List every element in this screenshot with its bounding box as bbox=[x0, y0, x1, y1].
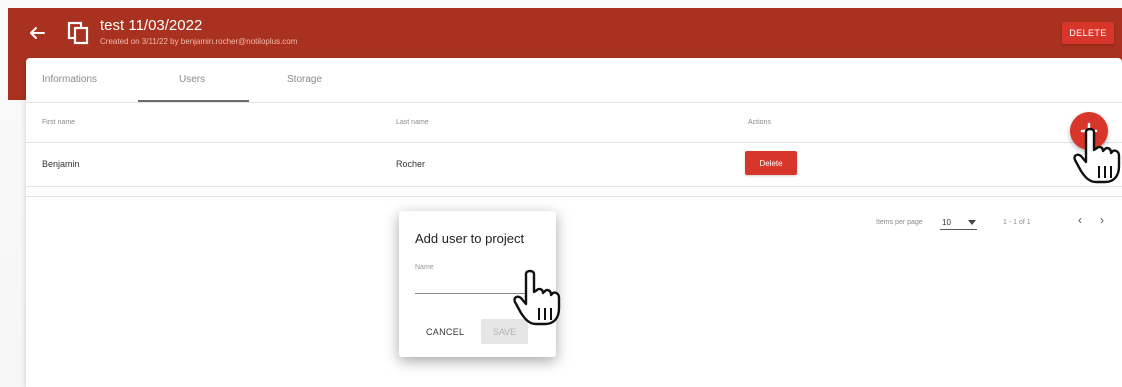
cell-last-name: Rocher bbox=[396, 159, 426, 169]
arrow-left-icon[interactable] bbox=[26, 23, 48, 43]
name-field-label: Name bbox=[415, 264, 434, 271]
next-page-icon[interactable]: › bbox=[1100, 213, 1104, 227]
items-per-page-select[interactable]: 10 bbox=[940, 215, 977, 230]
row-divider bbox=[26, 186, 1122, 187]
hand-cursor-icon bbox=[1073, 127, 1121, 184]
items-per-page-value: 10 bbox=[942, 218, 951, 227]
column-header-actions: Actions bbox=[748, 119, 771, 126]
dialog-title: Add user to project bbox=[415, 231, 525, 246]
previous-page-icon[interactable]: ‹ bbox=[1078, 213, 1082, 227]
delete-project-button[interactable]: DELETE bbox=[1062, 22, 1114, 44]
page-title: test 11/03/2022 bbox=[100, 17, 203, 34]
table-footer-divider bbox=[26, 196, 1122, 197]
hand-cursor-icon bbox=[513, 269, 561, 326]
column-header-last-name: Last name bbox=[396, 119, 429, 126]
pagination-range: 1 - 1 of 1 bbox=[1003, 219, 1031, 226]
column-header-first-name: First name bbox=[42, 119, 76, 126]
cancel-button[interactable]: CANCEL bbox=[426, 327, 464, 337]
copy-icon bbox=[67, 21, 89, 45]
tab-informations[interactable]: Informations bbox=[42, 74, 97, 85]
tab-users[interactable]: Users bbox=[179, 74, 205, 85]
tab-storage[interactable]: Storage bbox=[287, 74, 322, 85]
active-tab-indicator bbox=[138, 100, 249, 102]
page-subtitle: Created on 3/11/22 by benjamin.rocher@no… bbox=[100, 37, 298, 46]
delete-user-button[interactable]: Delete bbox=[745, 151, 797, 175]
cell-first-name: Benjamin bbox=[42, 159, 80, 169]
items-per-page-label: Items per page bbox=[876, 219, 923, 226]
tab-bar: Informations Users Storage bbox=[26, 58, 1122, 103]
header-divider bbox=[26, 142, 1122, 143]
chevron-down-icon bbox=[968, 220, 976, 225]
project-card: Informations Users Storage First name La… bbox=[26, 58, 1122, 387]
